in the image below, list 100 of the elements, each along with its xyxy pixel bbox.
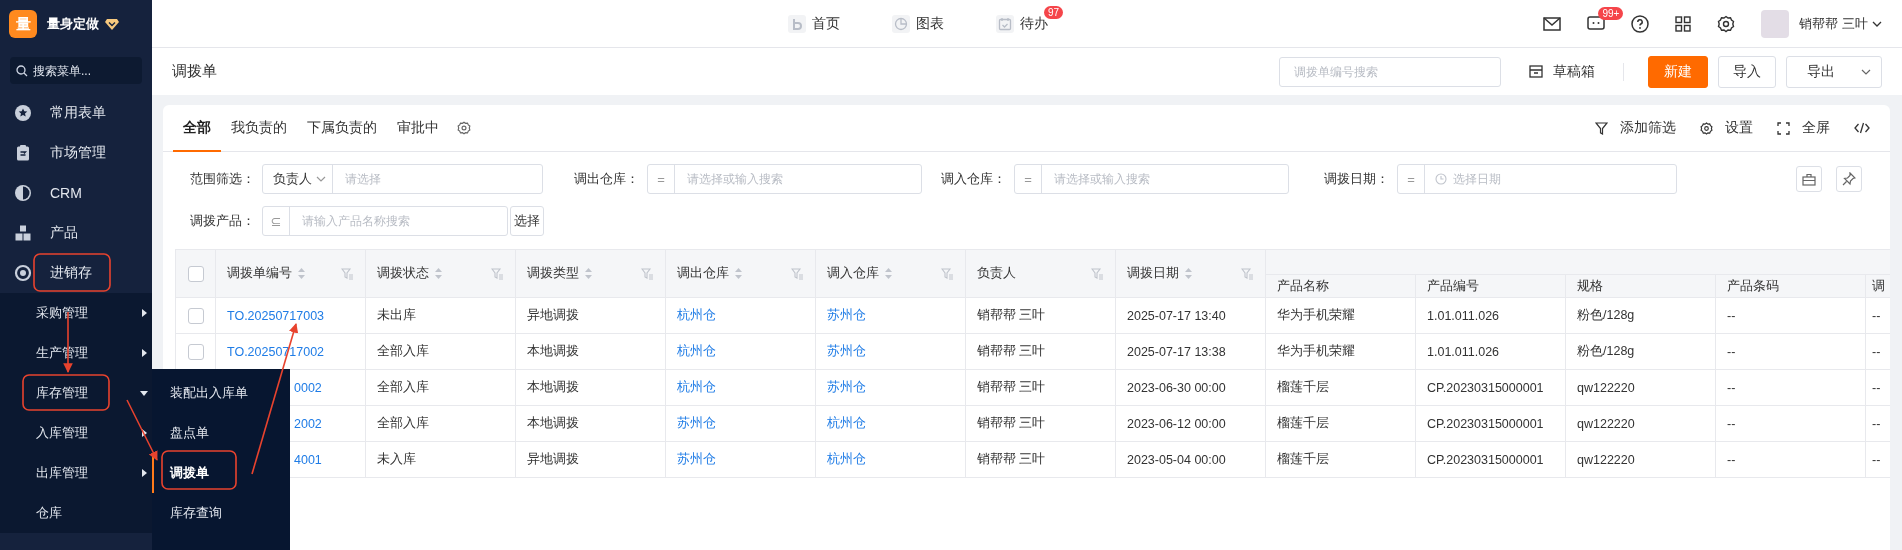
count-badge: 97 xyxy=(1044,5,1064,19)
table-cell: 本地调拨 xyxy=(527,416,579,430)
grid-icon[interactable] xyxy=(1675,15,1692,32)
clipboard-icon xyxy=(14,144,32,162)
sort-icon[interactable] xyxy=(734,267,743,280)
sort-icon[interactable] xyxy=(297,267,306,280)
warehouse-link[interactable]: 苏州仓 xyxy=(827,344,866,358)
warehouse-link[interactable]: 苏州仓 xyxy=(827,380,866,394)
filter-icon[interactable] xyxy=(341,267,354,280)
export-button[interactable]: 导出 xyxy=(1786,55,1882,88)
chat-icon[interactable] xyxy=(1587,15,1606,32)
warehouse-link[interactable]: 杭州仓 xyxy=(677,344,716,358)
order-link[interactable]: 4001 xyxy=(294,452,322,467)
order-link[interactable]: 0002 xyxy=(294,380,322,395)
tab[interactable]: 我负责的 xyxy=(221,105,297,152)
warehouse-link[interactable]: 苏州仓 xyxy=(677,452,716,466)
warehouse-link[interactable]: 杭州仓 xyxy=(827,416,866,430)
column-header[interactable]: 调入仓库 xyxy=(815,249,966,298)
fullscreen-icon xyxy=(1777,121,1790,135)
flyout-item[interactable]: 装配出入库单 xyxy=(152,373,290,413)
table-cell: 1.01.011.026 xyxy=(1427,308,1500,323)
avatar-image[interactable] xyxy=(1761,9,1790,38)
fullscreen-button[interactable]: 全屏 xyxy=(1765,105,1842,151)
settings-icon[interactable] xyxy=(457,121,471,135)
add-filter-button[interactable]: 添加筛选 xyxy=(1583,105,1688,151)
filter-icon[interactable] xyxy=(641,267,654,280)
sidebar-item[interactable]: 市场管理 xyxy=(0,133,152,173)
mail-icon[interactable] xyxy=(1543,16,1562,31)
import-button[interactable]: 导入 xyxy=(1718,55,1776,88)
flyout-item[interactable]: 盘点单 xyxy=(152,413,290,453)
help-icon[interactable] xyxy=(1631,14,1650,33)
table-cell: -- xyxy=(1872,344,1881,359)
menu-search-field[interactable]: 搜索菜单... xyxy=(10,57,142,84)
column-header: 产品名称 xyxy=(1265,274,1416,298)
code-icon[interactable] xyxy=(1854,122,1870,134)
column-header[interactable]: 调拨类型 xyxy=(515,249,666,298)
flyout-item[interactable]: 库存查询 xyxy=(152,493,290,533)
filter-icon[interactable] xyxy=(1241,267,1254,280)
filter-input[interactable]: 请选择或输入搜索 xyxy=(1042,172,1288,186)
logo: 量 xyxy=(9,10,37,38)
column-header: 规格 xyxy=(1565,274,1716,298)
filter-icon[interactable] xyxy=(491,267,504,280)
pin-icon[interactable] xyxy=(1836,166,1862,192)
column-header[interactable]: 调拨状态 xyxy=(365,249,516,298)
warehouse-link[interactable]: 杭州仓 xyxy=(677,308,716,322)
sort-icon[interactable] xyxy=(434,267,443,280)
sort-icon[interactable] xyxy=(884,267,893,280)
tab[interactable]: 下属负责的 xyxy=(297,105,387,152)
table-cell: -- xyxy=(1872,308,1881,323)
filter-icon[interactable] xyxy=(791,267,804,280)
sidebar-item[interactable]: 产品 xyxy=(0,213,152,253)
table-cell: -- xyxy=(1727,380,1736,395)
drafts-button[interactable]: 草稿箱 xyxy=(1525,56,1599,87)
user-menu[interactable]: 销帮帮 三叶 xyxy=(1799,14,1868,33)
diamond-icon xyxy=(105,18,119,30)
top-nav-item[interactable]: 图表 xyxy=(892,14,944,33)
column-header[interactable]: 调拨单编号 xyxy=(215,249,366,298)
column-header[interactable]: 调拨日期 xyxy=(1115,249,1266,298)
funnel-icon xyxy=(1595,121,1608,135)
warehouse-link[interactable]: 苏州仓 xyxy=(677,416,716,430)
filter-input[interactable]: 选择日期 xyxy=(1447,172,1676,186)
tab[interactable]: 全部 xyxy=(173,105,221,152)
filter-input[interactable]: 请选择或输入搜索 xyxy=(675,172,921,186)
table-cell: 华为手机荣耀 xyxy=(1277,308,1355,322)
filter-field[interactable]: 负责人 请选择 xyxy=(262,164,543,194)
select-button[interactable]: 选择 xyxy=(510,206,544,236)
table-cell: -- xyxy=(1872,416,1881,431)
sort-icon[interactable] xyxy=(1184,267,1193,280)
submenu-item[interactable]: 采购管理 xyxy=(0,293,152,333)
warehouse-link[interactable]: 杭州仓 xyxy=(677,380,716,394)
search-field[interactable]: 调拨单编号搜索 xyxy=(1279,56,1501,87)
filter-input[interactable]: 请选择 xyxy=(333,172,542,186)
warehouse-link[interactable]: 杭州仓 xyxy=(827,452,866,466)
submenu-item[interactable]: 仓库 xyxy=(0,493,152,533)
sidebar-item[interactable]: 进销存 xyxy=(0,253,152,293)
checkbox[interactable] xyxy=(187,307,204,324)
order-link[interactable]: 2002 xyxy=(294,416,322,431)
filter-input[interactable]: 请输入产品名称搜索 xyxy=(290,214,507,228)
settings-icon[interactable] xyxy=(1717,14,1736,33)
table-cell: 1.01.011.026 xyxy=(1427,344,1500,359)
filter-icon[interactable] xyxy=(941,267,954,280)
checkbox[interactable] xyxy=(187,265,204,282)
toolbox-icon[interactable] xyxy=(1796,166,1822,192)
table-cell: 本地调拨 xyxy=(527,344,579,358)
column-header[interactable]: 调出仓库 xyxy=(665,249,816,298)
settings-button[interactable]: 设置 xyxy=(1688,105,1765,151)
sort-icon[interactable] xyxy=(584,267,593,280)
sidebar-item[interactable]: CRM xyxy=(0,173,152,213)
warehouse-link[interactable]: 苏州仓 xyxy=(827,308,866,322)
menu-search-input[interactable]: 搜索菜单... xyxy=(33,63,133,78)
clock-icon xyxy=(1435,173,1447,185)
checkbox[interactable] xyxy=(187,343,204,360)
sidebar-item[interactable]: 常用表单 xyxy=(0,93,152,133)
submenu-item[interactable]: 出库管理 xyxy=(0,453,152,493)
filter-icon[interactable] xyxy=(1091,267,1104,280)
top-nav-item[interactable]: 首页 xyxy=(788,14,840,33)
table-cell: CP.20230315000001 xyxy=(1427,416,1544,431)
submenu-item[interactable]: 入库管理 xyxy=(0,413,152,453)
tab[interactable]: 审批中 xyxy=(387,105,449,152)
column-header[interactable]: 负责人 xyxy=(965,249,1116,298)
